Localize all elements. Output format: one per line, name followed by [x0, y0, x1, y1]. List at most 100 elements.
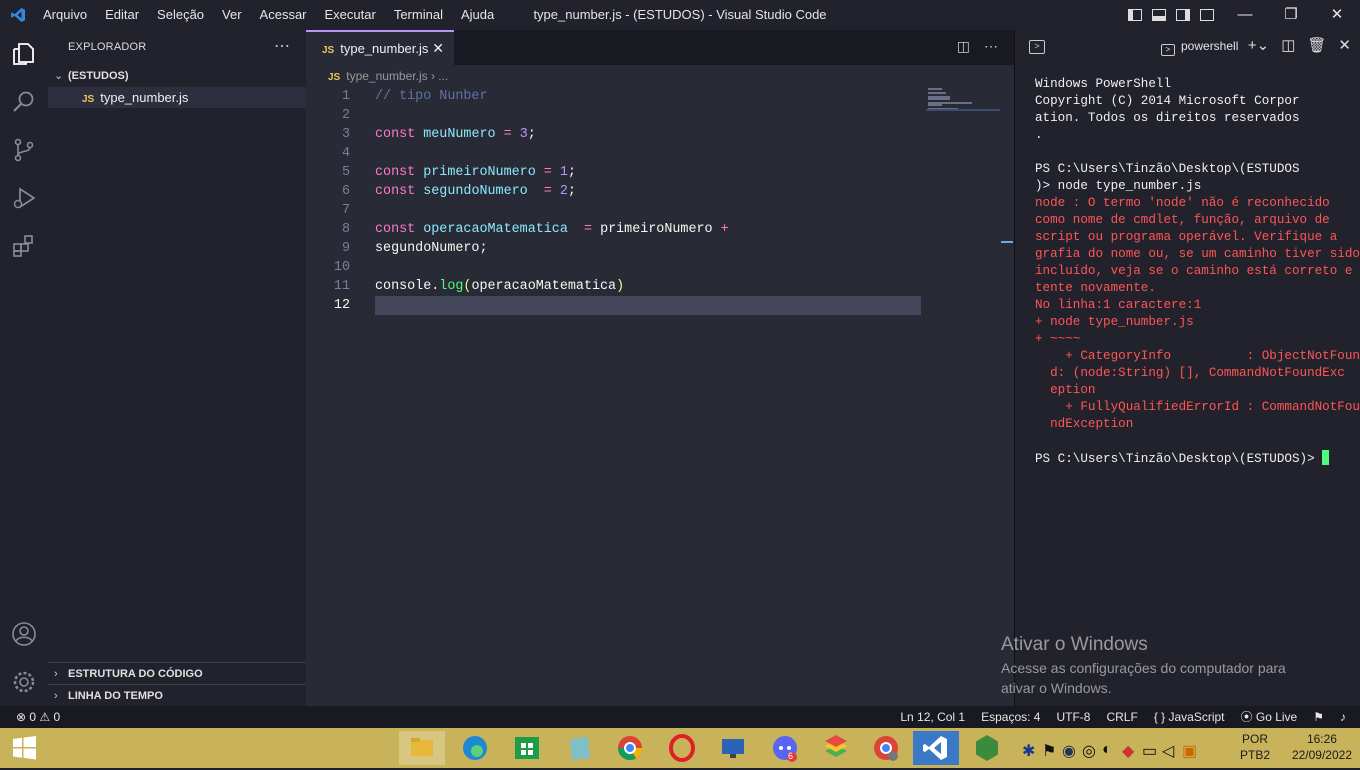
terminal-output[interactable]: Windows PowerShell Copyright (C) 2014 Mic…	[1035, 76, 1360, 468]
flag-icon[interactable]: ⚑	[1042, 741, 1056, 760]
terminal-error-line: script ou programa operável. Verifique a	[1035, 230, 1338, 244]
display-icon[interactable]: ▭	[1142, 741, 1157, 760]
chevron-down-icon: ⌄	[54, 70, 64, 82]
tab-type-number[interactable]: JS type_number.js ✕	[306, 30, 454, 65]
more-actions-icon[interactable]: ⋯	[984, 38, 998, 55]
edge-icon[interactable]	[452, 731, 498, 765]
minimap[interactable]	[926, 87, 1000, 117]
run-debug-icon[interactable]	[10, 184, 38, 212]
search-icon[interactable]	[10, 88, 38, 116]
terminal-selector[interactable]: > powershell	[1161, 39, 1238, 56]
source-control-icon[interactable]	[10, 136, 38, 164]
steam-icon[interactable]: ◎	[1082, 741, 1096, 760]
notifications-bell-icon[interactable]: ♪	[1340, 706, 1346, 728]
trash-icon[interactable]: 🗑	[1307, 36, 1326, 54]
explorer-icon[interactable]	[10, 40, 38, 68]
line-number: 6	[341, 184, 350, 199]
remote-desktop-icon[interactable]	[710, 731, 756, 765]
menu-ajuda[interactable]: Ajuda	[452, 0, 503, 30]
breadcrumb-file[interactable]: type_number.js	[346, 69, 427, 83]
clock-time: 16:26	[1306, 732, 1337, 746]
terminal-error-line: como nome de cmdlet, função, arquivo de	[1035, 213, 1330, 227]
vscode-taskbar-icon[interactable]	[913, 731, 959, 765]
cursor-position[interactable]: Ln 12, Col 1	[900, 706, 965, 728]
bluetooth-icon[interactable]: ✱	[1022, 741, 1036, 760]
terminal-line: Copyright (C) 2014 Microsoft Corpor	[1035, 94, 1300, 108]
close-icon[interactable]: ✕	[1314, 0, 1360, 30]
network-globe-icon[interactable]: ◉	[1062, 741, 1076, 760]
chrome-profile-icon[interactable]	[863, 731, 909, 765]
menu-executar[interactable]: Executar	[316, 0, 385, 30]
extensions-icon[interactable]	[10, 232, 38, 260]
menu-bar: Arquivo Editar Seleção Ver Acessar Execu…	[34, 0, 503, 30]
opera-icon[interactable]	[659, 731, 705, 765]
close-tab-icon[interactable]: ✕	[432, 32, 444, 65]
menu-terminal[interactable]: Terminal	[385, 0, 452, 30]
discord-tray-icon[interactable]: ◐	[1102, 741, 1116, 758]
terminal-icon[interactable]: >	[1029, 40, 1045, 54]
discord-icon[interactable]: 6	[762, 731, 808, 765]
split-editor-icon[interactable]: ◫	[957, 38, 970, 55]
settings-gear-icon[interactable]	[10, 668, 38, 696]
file-explorer-icon[interactable]	[399, 731, 445, 765]
account-icon[interactable]	[10, 620, 38, 648]
bluestacks-icon[interactable]	[813, 731, 859, 765]
minimize-icon[interactable]: —	[1222, 0, 1268, 30]
terminal-name: powershell	[1181, 39, 1239, 53]
notepad-icon[interactable]	[556, 731, 602, 765]
terminal-error-line: incluído, veja se o caminho está correto…	[1035, 264, 1353, 278]
code-line: const meuNumero = 3;	[375, 127, 536, 142]
broadcast-icon: ⦿	[1240, 710, 1256, 724]
language-mode[interactable]: { } JavaScript	[1154, 706, 1225, 728]
code-line: const operacaoMatematica = primeiroNumer…	[375, 222, 729, 237]
activation-watermark: Ativar o Windows Acesse as configurações…	[1001, 634, 1286, 698]
section-outline[interactable]: › ESTRUTURA DO CÓDIGO	[48, 662, 306, 684]
section-outline-label: ESTRUTURA DO CÓDIGO	[68, 668, 203, 680]
section-timeline[interactable]: › LINHA DO TEMPO	[48, 684, 306, 706]
chrome-icon[interactable]	[607, 731, 653, 765]
new-terminal-icon[interactable]: +⌄	[1248, 36, 1269, 54]
code-editor[interactable]: 1 2 3 4 5 6 7 8 9 10 11 12 // tipo Nunbe…	[306, 87, 1014, 706]
close-panel-icon[interactable]: ✕	[1338, 36, 1351, 54]
anydesk-icon[interactable]: ◆	[1122, 741, 1136, 760]
feedback-icon[interactable]: ⚑	[1313, 706, 1324, 728]
customize-layout-icon[interactable]	[1200, 9, 1214, 21]
explorer-sidebar: EXPLORADOR ⋯ ⌄ (ESTUDOS) JS type_number.j…	[48, 30, 306, 706]
terminal-error-line: grafia do nome ou, se um caminho tiver s…	[1035, 247, 1360, 261]
code-line: const primeiroNumero = 1;	[375, 165, 576, 180]
nodejs-icon[interactable]	[964, 731, 1010, 765]
breadcrumb-more[interactable]: ...	[438, 69, 448, 83]
line-number: 4	[341, 146, 350, 161]
store-icon[interactable]	[504, 731, 550, 765]
panel-actions: +⌄ ◫ 🗑 ✕	[1248, 36, 1351, 54]
app-tray-icon[interactable]: ▣	[1182, 741, 1197, 760]
windows-start-icon[interactable]	[0, 728, 48, 768]
problems-status[interactable]: ⊗ 0 ⚠ 0	[16, 706, 60, 728]
go-live-button[interactable]: ⦿ Go Live	[1241, 706, 1298, 728]
toggle-panel-icon[interactable]	[1152, 9, 1166, 21]
encoding[interactable]: UTF-8	[1056, 706, 1090, 728]
breadcrumb: JS type_number.js › ...	[306, 65, 1014, 87]
menu-acessar[interactable]: Acessar	[251, 0, 316, 30]
more-actions-icon[interactable]: ⋯	[274, 36, 290, 56]
explorer-header: EXPLORADOR	[68, 41, 147, 53]
indentation[interactable]: Espaços: 4	[981, 706, 1040, 728]
end-of-line[interactable]: CRLF	[1106, 706, 1137, 728]
menu-editar[interactable]: Editar	[96, 0, 148, 30]
menu-arquivo[interactable]: Arquivo	[34, 0, 96, 30]
folder-estudos[interactable]: ⌄ (ESTUDOS)	[48, 66, 306, 86]
scrollbar-indicator[interactable]	[1001, 241, 1013, 243]
clock[interactable]: 16:26 22/09/2022	[1292, 731, 1352, 763]
split-terminal-icon[interactable]: ◫	[1281, 36, 1295, 54]
menu-selecao[interactable]: Seleção	[148, 0, 213, 30]
menu-ver[interactable]: Ver	[213, 0, 251, 30]
toggle-secondary-sidebar-icon[interactable]	[1176, 9, 1190, 21]
volume-icon[interactable]: ◁	[1162, 741, 1176, 760]
language-indicator[interactable]: POR PTB2	[1240, 731, 1270, 763]
minimap-slider[interactable]	[926, 109, 1000, 111]
terminal-error-line: node : O termo 'node' não é reconhecido	[1035, 196, 1330, 210]
file-item-type-number[interactable]: JS type_number.js	[48, 87, 306, 108]
toggle-sidebar-icon[interactable]	[1128, 9, 1142, 21]
restore-icon[interactable]: ❐	[1268, 0, 1314, 30]
